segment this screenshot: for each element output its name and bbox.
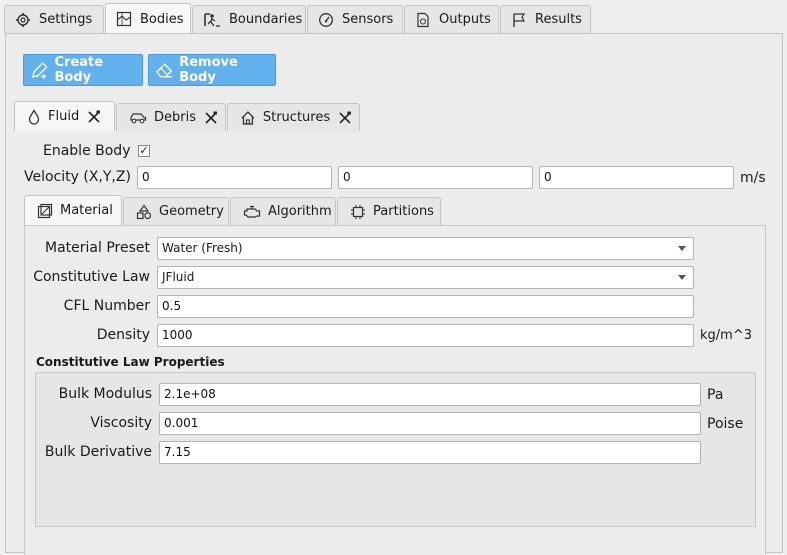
tab-sensors-label: Sensors xyxy=(342,12,394,27)
remove-body-label: Remove Body xyxy=(179,55,238,85)
outputs-icon xyxy=(417,12,429,27)
viscosity-label: Viscosity xyxy=(90,415,152,431)
tab-algorithm-label: Algorithm xyxy=(268,204,332,219)
pencil-plus-icon xyxy=(32,62,48,79)
enable-body-label: Enable Body xyxy=(43,143,131,159)
material-preset-value: Water (Fresh) xyxy=(162,241,243,255)
tab-settings-label: Settings xyxy=(39,12,93,27)
bulk-modulus-input[interactable]: 2.1e+08 xyxy=(159,383,701,406)
remove-body-button[interactable]: Remove Body xyxy=(148,54,276,86)
engine-icon xyxy=(243,205,261,218)
geometry-icon xyxy=(136,203,152,219)
constitutive-law-value: JFluid xyxy=(162,270,195,284)
velocity-label: Velocity (X,Y,Z) xyxy=(24,169,131,185)
velocity-y-input[interactable]: 0 xyxy=(338,166,533,189)
constitutive-law-properties-heading: Constitutive Law Properties xyxy=(36,355,225,369)
velocity-z-input[interactable]: 0 xyxy=(539,166,734,189)
tab-debris-label: Debris xyxy=(154,110,196,125)
bulk-derivative-label: Bulk Derivative xyxy=(44,444,152,460)
tab-structures[interactable]: Structures xyxy=(227,103,360,131)
tab-material[interactable]: Material xyxy=(24,195,122,225)
bodies-icon xyxy=(116,11,132,27)
create-body-label: Create Body xyxy=(54,55,104,85)
viscosity-input[interactable]: 0.001 xyxy=(159,412,701,435)
tab-fluid[interactable]: Fluid xyxy=(14,101,115,131)
tab-boundaries-label: Boundaries xyxy=(229,12,303,27)
car-icon xyxy=(130,112,147,123)
tab-results-label: Results xyxy=(535,12,582,27)
sensor-icon xyxy=(319,12,333,27)
flag-icon xyxy=(513,12,526,27)
velocity-x-input[interactable]: 0 xyxy=(137,166,332,189)
tab-boundaries[interactable]: Boundaries xyxy=(192,5,306,33)
bulk-derivative-input[interactable]: 7.15 xyxy=(159,441,701,464)
tab-algorithm[interactable]: Algorithm xyxy=(230,197,336,225)
material-icon xyxy=(37,203,53,218)
bulk-modulus-unit: Pa xyxy=(707,387,724,403)
tools-icon[interactable] xyxy=(338,111,352,125)
tab-partitions[interactable]: Partitions xyxy=(337,197,441,225)
tab-partitions-label: Partitions xyxy=(373,204,434,219)
density-input[interactable]: 1000 xyxy=(157,324,694,347)
tab-fluid-label: Fluid xyxy=(48,109,80,124)
tools-icon[interactable] xyxy=(204,111,218,125)
cfl-number-label: CFL Number xyxy=(63,298,150,314)
constitutive-law-label: Constitutive Law xyxy=(33,269,150,285)
bulk-modulus-label: Bulk Modulus xyxy=(58,386,152,402)
chip-icon xyxy=(351,204,365,219)
material-preset-label: Material Preset xyxy=(45,240,150,256)
tab-debris[interactable]: Debris xyxy=(116,103,226,131)
density-label: Density xyxy=(96,327,150,343)
tab-settings[interactable]: Settings xyxy=(4,5,104,33)
cfl-number-input[interactable]: 0.5 xyxy=(157,295,694,318)
density-unit: kg/m^3 xyxy=(700,328,752,343)
tab-bodies[interactable]: Bodies xyxy=(105,3,191,34)
chevron-down-icon xyxy=(678,275,686,280)
tab-bodies-label: Bodies xyxy=(140,11,184,27)
tab-outputs-label: Outputs xyxy=(439,12,491,27)
enable-body-checkbox[interactable]: ✓ xyxy=(138,145,150,157)
boundaries-icon xyxy=(204,12,220,27)
tab-outputs[interactable]: Outputs xyxy=(404,5,499,33)
constitutive-law-select[interactable]: JFluid xyxy=(157,266,694,289)
house-icon xyxy=(241,110,255,125)
velocity-unit: m/s xyxy=(740,170,766,186)
chevron-down-icon xyxy=(678,246,686,251)
create-body-button[interactable]: Create Body xyxy=(23,54,143,86)
tab-geometry[interactable]: Geometry xyxy=(123,197,229,225)
tools-icon[interactable] xyxy=(87,110,101,124)
tab-sensors[interactable]: Sensors xyxy=(307,5,403,33)
gear-icon xyxy=(16,12,30,27)
tab-geometry-label: Geometry xyxy=(159,204,224,219)
eraser-icon xyxy=(156,63,173,78)
viscosity-unit: Poise xyxy=(707,416,744,432)
tab-material-label: Material xyxy=(60,203,113,218)
droplet-icon xyxy=(28,108,40,125)
material-preset-select[interactable]: Water (Fresh) xyxy=(157,237,694,260)
tab-structures-label: Structures xyxy=(262,110,331,125)
tab-results[interactable]: Results xyxy=(500,5,591,33)
